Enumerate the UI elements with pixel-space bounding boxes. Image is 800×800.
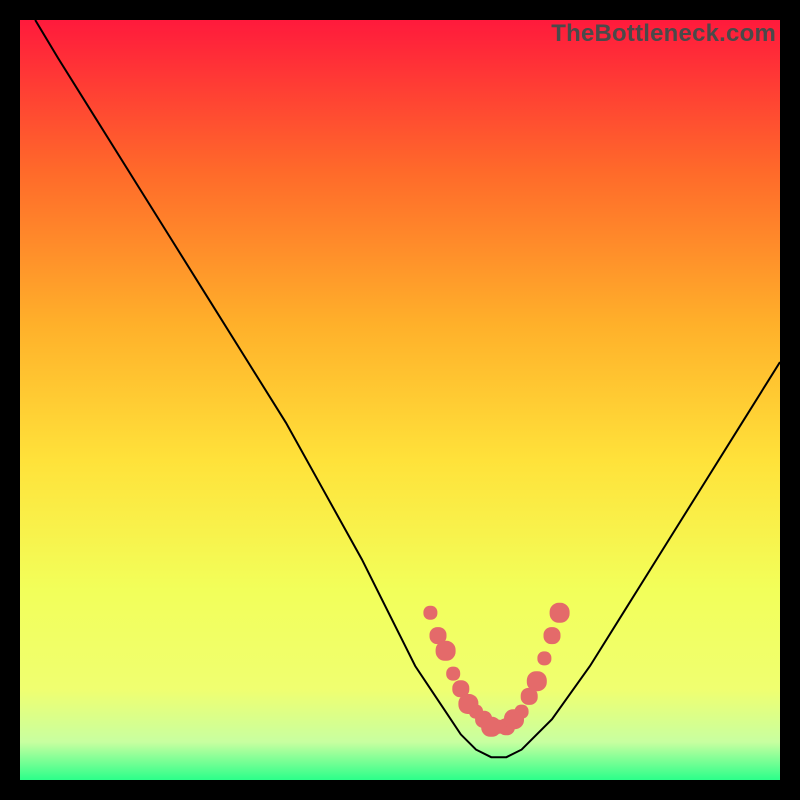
- plot-frame: TheBottleneck.com: [20, 20, 780, 780]
- gradient-background: [20, 20, 780, 780]
- watermark-text: TheBottleneck.com: [551, 20, 776, 48]
